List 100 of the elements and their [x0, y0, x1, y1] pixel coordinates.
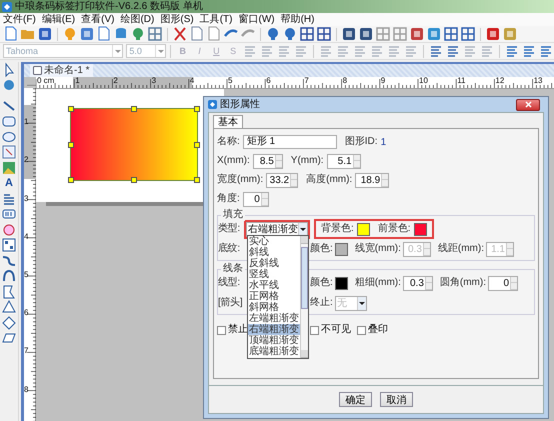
- dropdown-option[interactable]: 底端粗渐变: [248, 346, 300, 357]
- number-field[interactable]: 0.3: [402, 276, 433, 290]
- dropdown-option[interactable]: 实心: [248, 236, 300, 247]
- field-label: 线距(mm):: [438, 243, 484, 255]
- dropdown-option[interactable]: 竖线: [248, 269, 300, 280]
- document-icon: [33, 66, 42, 75]
- field-label: 粗细(mm):: [354, 277, 401, 289]
- checkbox-label: 叠印: [368, 324, 388, 336]
- ruler-label: 10: [419, 77, 428, 85]
- ruler-label: 5: [228, 77, 232, 85]
- color-swatch[interactable]: [356, 222, 370, 236]
- window-title: 中琅条码标签打印软件-V6.2.6 数码版 单机: [15, 0, 203, 12]
- ruler-label: 8: [342, 77, 348, 85]
- number-field[interactable]: 33.2: [266, 172, 298, 188]
- resize-handle[interactable]: [194, 106, 200, 112]
- field-label: 宽度(mm):: [217, 174, 264, 186]
- ruler-label: 3: [152, 77, 156, 85]
- field-label: 圆角(mm):: [440, 277, 486, 289]
- app-icon: [208, 100, 217, 109]
- number-field[interactable]: 5.1: [326, 154, 361, 168]
- dropdown-option[interactable]: 左端粗渐变: [248, 313, 300, 324]
- ruler-label: 5: [24, 270, 28, 279]
- field-label: [箭头]: [218, 297, 244, 309]
- diamond-icon[interactable]: [1, 314, 17, 331]
- dropdown-option[interactable]: 斜线: [248, 247, 300, 258]
- number-field[interactable]: 0: [242, 192, 269, 206]
- color-swatch[interactable]: [334, 242, 348, 256]
- dropdown-option[interactable]: 反斜线: [248, 258, 300, 269]
- document-tab[interactable]: 未命名-1 *: [30, 64, 93, 77]
- scrollbar[interactable]: [300, 236, 308, 358]
- ruler-label: 13: [534, 77, 542, 85]
- resize-handle[interactable]: [131, 106, 137, 112]
- field-label: 颜色:: [310, 277, 333, 289]
- menu-item[interactable]: 文件(F): [3, 14, 36, 26]
- number-field[interactable]: 0: [488, 276, 518, 290]
- resize-handle[interactable]: [194, 142, 200, 148]
- cut-icon[interactable]: [172, 26, 188, 42]
- close-icon: [524, 101, 532, 108]
- field-label: 颜色:: [310, 243, 333, 255]
- field-label: 背景色:: [321, 223, 354, 235]
- number-field[interactable]: 18.9: [355, 172, 390, 188]
- resize-handle[interactable]: [194, 177, 200, 183]
- field-label: 线宽(mm):: [354, 243, 401, 255]
- dropdown-option[interactable]: 斜网格: [248, 302, 300, 313]
- checkbox-label: 不可见: [321, 324, 351, 336]
- color-swatch[interactable]: [414, 222, 427, 236]
- ruler-label: 11: [457, 77, 466, 85]
- dialog-button[interactable]: 确定: [339, 392, 372, 407]
- name-field[interactable]: 矩形 1: [242, 135, 337, 149]
- ruler-label: 6: [266, 77, 271, 85]
- ruler-label: 7: [304, 77, 309, 85]
- dropdown-option[interactable]: 右端粗渐变: [248, 324, 300, 335]
- close-button[interactable]: [516, 98, 540, 110]
- menu-item[interactable]: 工具(T): [200, 14, 232, 26]
- ruler-label: 1: [24, 117, 28, 126]
- color-swatch[interactable]: [334, 276, 348, 290]
- resize-handle[interactable]: [68, 177, 74, 183]
- triangle-icon[interactable]: [1, 299, 17, 316]
- field-label: 线型:: [218, 277, 241, 289]
- checkbox[interactable]: [217, 326, 226, 334]
- field-label: 图形ID:: [344, 136, 378, 148]
- dropdown-option[interactable]: 正网格: [248, 291, 300, 302]
- menu-item[interactable]: 绘图(D): [120, 14, 154, 26]
- ruler-label: 2: [24, 155, 28, 164]
- dialog-button[interactable]: 取消: [380, 392, 413, 407]
- resize-handle[interactable]: [68, 142, 74, 148]
- group-title: 填充: [221, 209, 245, 221]
- gradient-rectangle[interactable]: [70, 108, 198, 181]
- ruler-label: 12: [495, 77, 504, 85]
- shape-id: 1: [380, 136, 386, 148]
- resize-handle[interactable]: [131, 177, 137, 183]
- text-tool[interactable]: A: [1, 176, 17, 191]
- menu-item[interactable]: 编辑(E): [42, 14, 76, 26]
- dialog-tab[interactable]: 基本: [213, 115, 243, 128]
- field-label: Y(mm):: [290, 155, 324, 167]
- resize-handle[interactable]: [68, 106, 74, 112]
- ruler-label: 7: [24, 346, 28, 356]
- checkbox[interactable]: [310, 326, 319, 334]
- dropdown-option[interactable]: 水平线: [248, 280, 300, 291]
- checkbox[interactable]: [357, 326, 366, 334]
- menu-item[interactable]: 查看(V): [81, 14, 114, 26]
- field-label: X(mm):: [217, 155, 250, 167]
- ruler-label: 8: [24, 384, 28, 394]
- menu-item[interactable]: 图形(S): [160, 14, 194, 26]
- ruler-label: 1: [75, 77, 80, 85]
- group-title: 线条: [221, 263, 245, 275]
- ruler-label: 0 cm: [37, 77, 54, 85]
- dropdown-option[interactable]: 顶端粗渐变: [248, 335, 300, 346]
- ruler-label: 6: [24, 308, 28, 318]
- number-field[interactable]: 8.5: [252, 154, 283, 168]
- field-label: 前景色:: [378, 223, 411, 235]
- field-label: 类型:: [218, 223, 241, 235]
- field-label: 高度(mm):: [306, 174, 352, 186]
- menu-item[interactable]: 窗口(W): [238, 14, 275, 26]
- menu-item[interactable]: 帮助(H): [280, 14, 314, 26]
- polygon-icon[interactable]: [1, 284, 17, 300]
- ruler-label: 3: [24, 194, 28, 203]
- ruler-label: 4: [24, 232, 28, 241]
- field-label: 终止:: [310, 297, 333, 309]
- fill-type-dropdown[interactable]: 右端粗渐变: [246, 222, 308, 236]
